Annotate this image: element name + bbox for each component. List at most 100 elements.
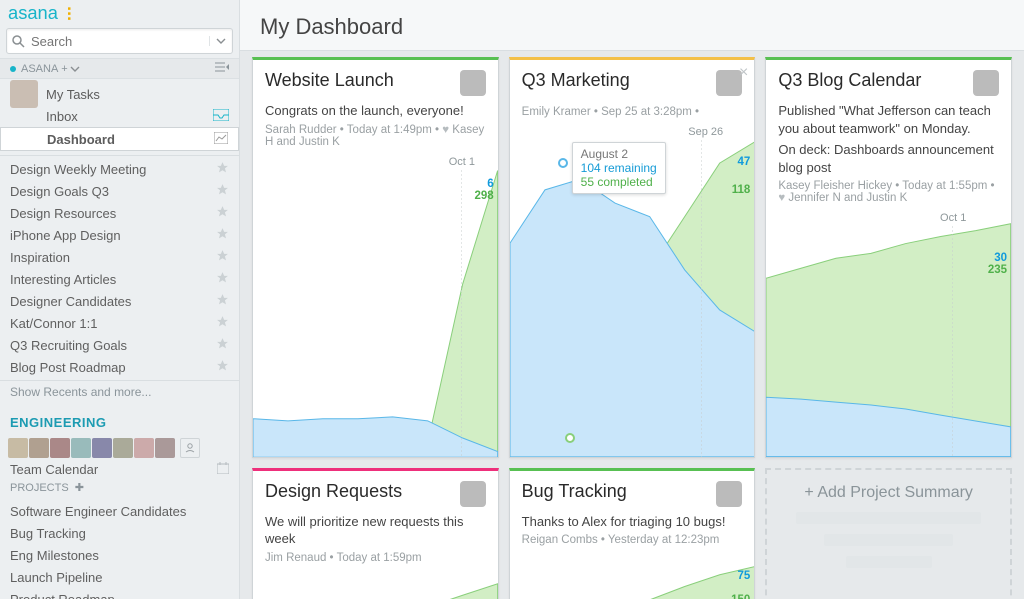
- burndown-chart: Oct 16298: [253, 156, 498, 457]
- member-avatar[interactable]: [92, 438, 112, 458]
- project-item[interactable]: Interesting Articles: [0, 268, 239, 290]
- add-project-summary-card[interactable]: + Add Project Summary: [765, 468, 1012, 599]
- team-calendar-link[interactable]: Team Calendar: [0, 462, 239, 477]
- projects-subheader: PROJECTS ✚: [0, 477, 239, 498]
- sidebar-item-label: Q3 Recruiting Goals: [10, 338, 216, 353]
- completed-count: 150: [731, 594, 750, 599]
- star-icon[interactable]: [216, 227, 229, 243]
- engineering-section-header[interactable]: ENGINEERING: [0, 403, 239, 434]
- owner-avatar[interactable]: [716, 481, 742, 507]
- card-title: Q3 Marketing: [522, 70, 709, 91]
- project-item[interactable]: Design Goals Q3: [0, 180, 239, 202]
- member-avatar[interactable]: [113, 438, 133, 458]
- heart-icon[interactable]: ♥: [778, 192, 785, 204]
- card-title: Bug Tracking: [522, 481, 709, 502]
- dashboard-board: Website LaunchCongrats on the launch, ev…: [240, 50, 1024, 599]
- collapse-sidebar-icon[interactable]: [215, 61, 229, 76]
- member-avatar[interactable]: [155, 438, 175, 458]
- sidebar-item-label: Dashboard: [47, 132, 214, 147]
- search-input[interactable]: [29, 33, 209, 50]
- project-item[interactable]: Kat/Connor 1:1: [0, 312, 239, 334]
- team-members-row: [0, 434, 239, 462]
- card-status-text: Congrats on the launch, everyone!: [253, 102, 498, 120]
- owner-avatar[interactable]: [973, 70, 999, 96]
- add-member-icon[interactable]: [180, 438, 200, 458]
- sidebar-item-label: Product Roadmap: [10, 592, 229, 599]
- burndown-chart: 1740: [253, 572, 498, 599]
- sidebar-item-inbox[interactable]: Inbox: [0, 105, 239, 127]
- sidebar-item-label: Designer Candidates: [10, 294, 216, 309]
- project-item[interactable]: Inspiration: [0, 246, 239, 268]
- sidebar-item-dashboard[interactable]: Dashboard: [0, 127, 239, 151]
- asana-logo[interactable]: asana: [8, 4, 108, 24]
- remaining-count: 30: [994, 252, 1007, 264]
- completed-count: 235: [988, 264, 1007, 276]
- engineering-project-list: Software Engineer Candidates Bug Tracking…: [0, 498, 239, 599]
- chart-tooltip: August 2104 remaining55 completed: [572, 142, 666, 194]
- project-item[interactable]: Q3 Recruiting Goals: [0, 334, 239, 356]
- project-summary-card[interactable]: Website LaunchCongrats on the launch, ev…: [252, 57, 499, 458]
- sidebar-item-label: Inspiration: [10, 250, 216, 265]
- heart-icon[interactable]: ♥: [442, 124, 449, 136]
- project-item[interactable]: Design Resources: [0, 202, 239, 224]
- project-item[interactable]: Designer Candidates: [0, 290, 239, 312]
- project-summary-card[interactable]: Bug Tracking Thanks to Alex for triaging …: [509, 468, 756, 599]
- owner-avatar[interactable]: [460, 481, 486, 507]
- member-avatar[interactable]: [134, 438, 154, 458]
- project-summary-card[interactable]: Q3 Blog CalendarPublished "What Jefferso…: [765, 57, 1012, 458]
- burndown-chart: Sep 2647118August 2104 remaining55 compl…: [510, 126, 755, 457]
- card-status-text-2: On deck: Dashboards announcement blog po…: [766, 141, 1011, 176]
- star-icon[interactable]: [216, 293, 229, 309]
- search-icon: [7, 35, 29, 48]
- owner-avatar[interactable]: [460, 70, 486, 96]
- project-item[interactable]: Software Engineer Candidates: [0, 500, 239, 522]
- star-icon[interactable]: [216, 271, 229, 287]
- star-icon[interactable]: [216, 183, 229, 199]
- star-icon[interactable]: [216, 205, 229, 221]
- project-item[interactable]: Product Roadmap: [0, 588, 239, 599]
- star-icon[interactable]: [216, 337, 229, 353]
- member-avatar[interactable]: [50, 438, 70, 458]
- star-icon[interactable]: [216, 161, 229, 177]
- project-item[interactable]: Eng Milestones: [0, 544, 239, 566]
- card-meta: Emily Kramer • Sep 25 at 3:28pm •: [510, 102, 755, 126]
- sidebar-item-label: Eng Milestones: [10, 548, 229, 563]
- member-avatar[interactable]: [71, 438, 91, 458]
- card-title: Design Requests: [265, 481, 452, 502]
- search-box[interactable]: [6, 28, 233, 54]
- show-more-link[interactable]: Show Recents and more...: [0, 381, 239, 403]
- project-item[interactable]: iPhone App Design: [0, 224, 239, 246]
- add-project-icon[interactable]: ✚: [75, 481, 84, 494]
- sidebar-item-my-tasks[interactable]: My Tasks: [0, 83, 239, 105]
- workspace-selector[interactable]: ASANA+: [10, 63, 80, 75]
- remaining-count: 75: [738, 570, 751, 582]
- project-summary-card[interactable]: Design RequestsWe will prioritize new re…: [252, 468, 499, 599]
- add-summary-label: + Add Project Summary: [804, 484, 973, 502]
- sidebar-item-label: Design Weekly Meeting: [10, 162, 216, 177]
- sidebar-item-label: Design Goals Q3: [10, 184, 216, 199]
- card-meta: Kasey Fleisher Hickey • Today at 1:55pm …: [766, 176, 1011, 212]
- card-meta: Reigan Combs • Yesterday at 12:23pm: [510, 530, 755, 554]
- card-status-text: Thanks to Alex for triaging 10 bugs!: [510, 513, 755, 531]
- member-avatar[interactable]: [8, 438, 28, 458]
- calendar-icon: [217, 462, 229, 477]
- search-dropdown-icon[interactable]: [209, 36, 232, 46]
- burndown-chart: Oct 130235: [766, 212, 1011, 457]
- star-icon[interactable]: [216, 249, 229, 265]
- star-icon[interactable]: [216, 359, 229, 375]
- card-status-text: Published "What Jefferson can teach you …: [766, 102, 1011, 137]
- member-avatar[interactable]: [29, 438, 49, 458]
- close-icon[interactable]: ×: [739, 64, 748, 82]
- project-item[interactable]: Launch Pipeline: [0, 566, 239, 588]
- project-item[interactable]: Bug Tracking: [0, 522, 239, 544]
- completed-count: 118: [732, 184, 751, 196]
- project-list: Design Weekly Meeting Design Goals Q3 Desi…: [0, 156, 239, 381]
- project-item[interactable]: Blog Post Roadmap: [0, 356, 239, 378]
- project-summary-card[interactable]: × Q3 Marketing Emily Kramer • Sep 25 at 3:…: [509, 57, 756, 458]
- sidebar-item-label: Inbox: [46, 109, 213, 124]
- sidebar-item-label: Bug Tracking: [10, 526, 229, 541]
- project-item[interactable]: Design Weekly Meeting: [0, 158, 239, 180]
- star-icon[interactable]: [216, 315, 229, 331]
- sidebar-item-label: Blog Post Roadmap: [10, 360, 216, 375]
- sidebar-item-label: My Tasks: [46, 87, 229, 102]
